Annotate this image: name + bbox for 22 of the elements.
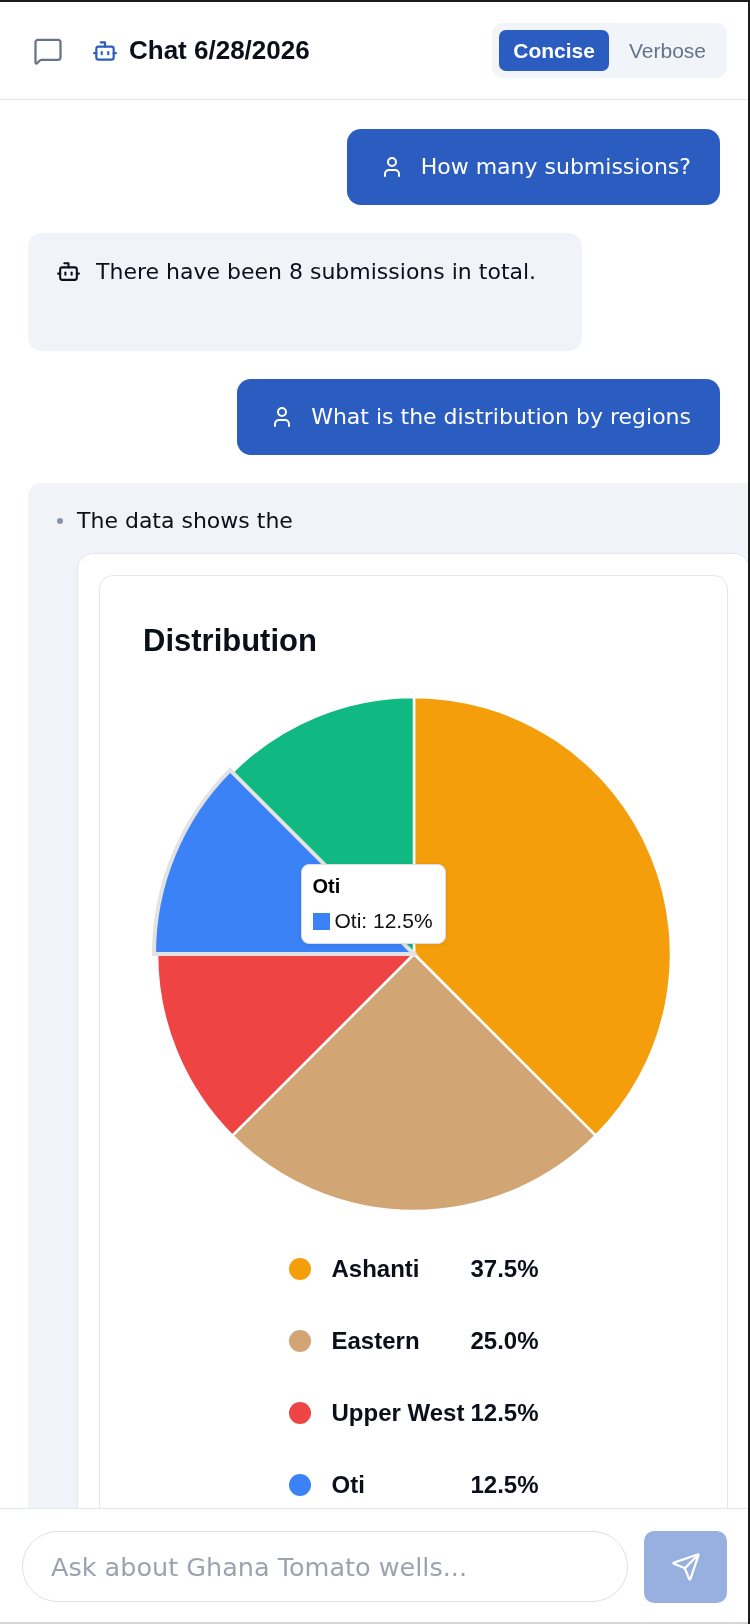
legend-label: Upper West (331, 1399, 466, 1427)
tooltip-text: Oti: 12.5% (334, 909, 433, 933)
message-text: The data shows the (77, 507, 293, 535)
message-text: How many submissions? (420, 153, 691, 181)
legend-label: Oti (331, 1471, 366, 1499)
message-text: What is the distribution by regions (311, 403, 691, 431)
legend-value: 25.0% (469, 1327, 539, 1355)
bot-icon (56, 259, 81, 284)
mode-button[interactable]: Concise (499, 30, 609, 71)
legend-value: 37.5% (469, 1255, 539, 1283)
message-text: There have been 8 submissions in total. (96, 258, 537, 286)
legend-value: 12.5% (469, 1471, 539, 1499)
legend-label: Ashanti (331, 1255, 421, 1283)
legend-value: 12.5% (469, 1399, 539, 1427)
input-field[interactable]: Ask about Ghana Tomato wells... (22, 1531, 628, 1602)
send-icon (670, 1552, 701, 1582)
tooltip-title: Oti (312, 874, 342, 898)
chart-title: Distribution (143, 624, 318, 658)
legend-label: Eastern (331, 1327, 421, 1355)
bullet-icon (57, 518, 63, 524)
chat-title: Chat 6/28/2026 (129, 35, 310, 66)
mode-button[interactable]: Verbose (614, 30, 720, 71)
